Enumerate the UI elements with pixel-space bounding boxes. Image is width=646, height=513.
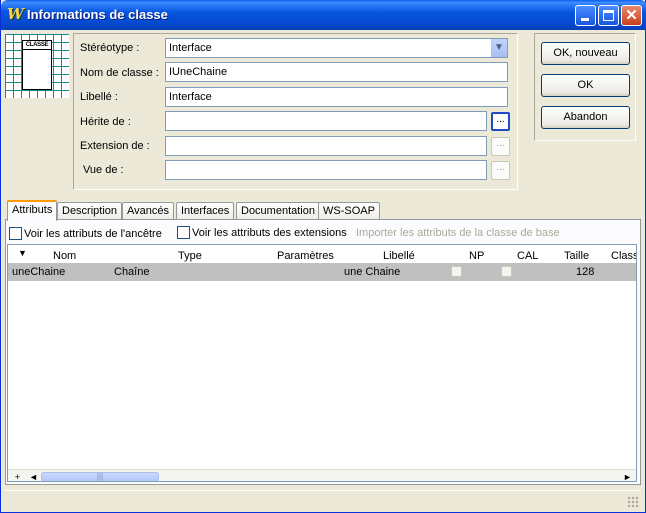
- app-logo-icon: W: [7, 5, 24, 23]
- attributes-table: ▼ Nom Type Paramètres Libellé NP CAL Tai…: [7, 244, 637, 482]
- column-header-type[interactable]: Type: [178, 250, 202, 262]
- ok-button[interactable]: OK: [541, 74, 630, 97]
- class-icon-panel: CLASSE: [5, 34, 69, 98]
- cal-checkbox[interactable]: [501, 266, 512, 277]
- cell-type[interactable]: Chaîne: [114, 266, 149, 278]
- column-header-nom[interactable]: Nom: [53, 250, 76, 262]
- chevron-down-icon[interactable]: ▼: [490, 39, 507, 57]
- import-base-attributes-link[interactable]: Importer les attributs de la classe de b…: [356, 227, 560, 239]
- class-name-input[interactable]: IUneChaine: [165, 62, 508, 82]
- cell-taille[interactable]: 128: [576, 266, 594, 278]
- class-box-label: CLASSE: [23, 41, 51, 50]
- tab-documentation[interactable]: Documentation: [236, 202, 320, 220]
- window-title: Informations de classe: [27, 7, 168, 22]
- tab-interfaces[interactable]: Interfaces: [176, 202, 235, 220]
- stereotype-label: Stéréotype :: [80, 42, 140, 54]
- column-header-np[interactable]: NP: [469, 250, 484, 262]
- table-row[interactable]: uneChaine Chaîne une Chaine 128: [8, 263, 636, 281]
- herite-de-input[interactable]: [165, 111, 487, 131]
- show-extensions-label: Voir les attributs des extensions: [192, 227, 347, 239]
- extension-de-browse-button[interactable]: ...: [491, 137, 510, 156]
- vue-de-browse-button[interactable]: ...: [491, 161, 510, 180]
- scroll-left-icon[interactable]: ◄: [28, 471, 39, 481]
- extension-de-label: Extension de :: [80, 140, 150, 152]
- close-button[interactable]: ✕: [621, 5, 642, 26]
- stereotype-value: Interface: [169, 42, 212, 54]
- column-menu-icon[interactable]: ▼: [18, 248, 27, 258]
- column-header-libelle[interactable]: Libellé: [383, 250, 415, 262]
- herite-de-label: Hérite de :: [80, 116, 131, 128]
- show-ancestor-label: Voir les attributs de l'ancêtre: [24, 228, 162, 240]
- np-checkbox[interactable]: [451, 266, 462, 277]
- status-bar: [5, 490, 641, 510]
- libelle-input[interactable]: Interface: [165, 87, 508, 107]
- minimize-button[interactable]: [575, 5, 596, 26]
- vue-de-input[interactable]: [165, 160, 487, 180]
- class-name-label: Nom de classe :: [80, 67, 159, 79]
- ok-nouveau-button[interactable]: OK, nouveau: [541, 42, 630, 65]
- maximize-button[interactable]: [598, 5, 619, 26]
- horizontal-scrollbar[interactable]: + ◄ ||| ►: [8, 469, 636, 481]
- tab-attributs[interactable]: Attributs: [7, 200, 58, 221]
- column-header-cal[interactable]: CAL: [517, 250, 538, 262]
- column-header-parametres[interactable]: Paramètres: [277, 250, 334, 262]
- tab-description[interactable]: Description: [57, 202, 123, 220]
- column-header-taille[interactable]: Taille: [564, 250, 589, 262]
- class-info-dialog: W Informations de classe ✕ CLASSE Stéréo…: [0, 0, 646, 513]
- resize-grip-icon[interactable]: [627, 496, 639, 508]
- scrollbar-thumb[interactable]: |||: [41, 472, 159, 481]
- abandon-button[interactable]: Abandon: [541, 106, 630, 129]
- maximize-icon: [603, 10, 614, 21]
- vue-de-label: Vue de :: [83, 164, 124, 176]
- extension-de-input[interactable]: [165, 136, 487, 156]
- add-row-button[interactable]: +: [12, 471, 23, 481]
- minimize-icon: [581, 18, 589, 21]
- title-bar[interactable]: W Informations de classe ✕: [1, 0, 646, 30]
- tab-avances[interactable]: Avancés: [122, 202, 174, 220]
- tab-ws-soap[interactable]: WS-SOAP: [318, 202, 380, 220]
- herite-de-browse-button[interactable]: ...: [491, 112, 510, 131]
- class-diagram-icon: CLASSE: [22, 40, 52, 90]
- show-extensions-checkbox[interactable]: [177, 226, 190, 239]
- scroll-right-icon[interactable]: ►: [622, 471, 633, 481]
- cell-libelle[interactable]: une Chaine: [344, 266, 400, 278]
- cell-nom[interactable]: uneChaine: [12, 266, 65, 278]
- stereotype-select[interactable]: Interface ▼: [165, 38, 508, 58]
- libelle-label: Libellé :: [80, 91, 118, 103]
- close-icon: ✕: [625, 7, 638, 24]
- show-ancestor-checkbox[interactable]: [9, 227, 22, 240]
- column-header-class[interactable]: Class: [611, 250, 636, 262]
